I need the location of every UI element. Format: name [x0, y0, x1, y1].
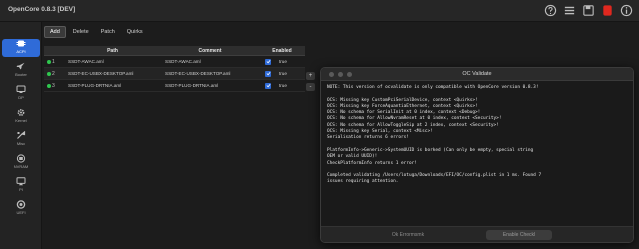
tools-icon — [17, 131, 26, 139]
path-column-header[interactable]: Path — [64, 46, 161, 55]
sidebar-item-label: UEFI — [16, 210, 26, 215]
comment-cell[interactable]: SSDT-AWAC.aml — [161, 59, 259, 64]
dialog-secondary-button[interactable]: Ok Errormsmk — [375, 230, 441, 240]
enabled-value: true — [279, 71, 287, 76]
dialog-footer: Ok Errormsmk Enable Checkl — [321, 226, 633, 242]
tab-add[interactable]: Add — [44, 26, 66, 38]
monitor-icon — [16, 177, 26, 186]
sidebar-item-dp[interactable]: DP — [2, 85, 40, 103]
sidebar-item-label: NVRAM — [13, 164, 29, 169]
tab-delete[interactable]: Delete — [68, 26, 94, 38]
titlebar-icons — [543, 3, 633, 17]
table-row[interactable]: 1 SSDT-AWAC.aml SSDT-AWAC.aml true — [44, 56, 305, 68]
enabled-checkbox[interactable] — [265, 70, 271, 77]
enabled-value: true — [279, 83, 287, 88]
sidebar-item-kernel[interactable]: Kernel — [2, 108, 40, 126]
row-index: 2 — [44, 71, 64, 77]
app-title: OpenCore 0.8.3 [DEV] — [8, 6, 76, 13]
index-column-header — [44, 46, 64, 55]
output-line: issues requiring attention. — [327, 179, 399, 185]
status-dot-icon — [47, 59, 51, 64]
add-row-button[interactable]: + — [306, 72, 315, 80]
gear-icon — [17, 109, 25, 116]
dialog-primary-button[interactable]: Enable Checkl — [486, 230, 552, 240]
sidebar-item-acpi[interactable]: ACPI — [2, 39, 40, 57]
sidebar-item-booter[interactable]: Booter — [2, 62, 40, 80]
remove-row-button[interactable]: - — [306, 83, 315, 91]
dialog-title: OC Validate — [462, 71, 492, 77]
sidebar-item-label: Booter — [15, 72, 27, 77]
validation-output: NOTE: This version of ocvalidate is only… — [327, 85, 627, 225]
table-row[interactable]: 3 SSDT-PLUG-DRTNIA.aml SSDT-PLUG-DRTNIA.… — [44, 80, 305, 92]
sidebar-item-label: Kernel — [15, 118, 27, 123]
status-dot-icon — [47, 71, 51, 76]
path-cell[interactable]: SSDT-AWAC.aml — [64, 59, 161, 64]
enabled-checkbox[interactable] — [265, 58, 271, 65]
sidebar-item-nvram[interactable]: NVRAM — [2, 154, 40, 172]
tab-quirks[interactable]: Quirks — [122, 26, 148, 38]
sidebar: ACPI Booter DP Kernel Misc NVRAM PI UEFI — [0, 22, 42, 249]
enabled-cell: true — [259, 58, 305, 65]
memory-icon — [16, 154, 26, 163]
row-index: 3 — [44, 83, 64, 89]
acpi-add-table: Path Comment Enabled 1 SSDT-AWAC.aml SSD… — [44, 46, 305, 92]
comment-cell[interactable]: SSDT-EC-USBX-DESKTOP.aml — [161, 71, 259, 76]
help-icon[interactable] — [543, 3, 557, 17]
sidebar-item-pi[interactable]: PI — [2, 177, 40, 195]
row-index-number: 2 — [52, 70, 55, 77]
row-index-number: 1 — [52, 58, 55, 65]
flag-red-icon[interactable] — [600, 3, 614, 17]
comment-column-header[interactable]: Comment — [161, 46, 259, 55]
sidebar-item-label: ACPI — [16, 49, 26, 54]
enabled-cell: true — [259, 82, 305, 89]
rocket-icon — [16, 62, 25, 70]
table-row[interactable]: 2 SSDT-EC-USBX-DESKTOP.aml SSDT-EC-USBX-… — [44, 68, 305, 80]
chip-icon — [16, 40, 26, 47]
section-tabs: Add Delete Patch Quirks — [44, 25, 148, 39]
oc-validate-dialog: OC Validate NOTE: This version of ocvali… — [320, 67, 634, 243]
table-header: Path Comment Enabled — [44, 46, 305, 56]
dialog-titlebar: OC Validate — [321, 68, 633, 81]
sidebar-item-label: DP — [18, 95, 24, 100]
enabled-column-header[interactable]: Enabled — [259, 46, 305, 55]
info-icon[interactable] — [619, 3, 633, 17]
row-buttons: + - — [306, 72, 315, 91]
enabled-value: true — [279, 59, 287, 64]
sidebar-item-uefi[interactable]: UEFI — [2, 200, 40, 218]
enabled-cell: true — [259, 70, 305, 77]
tab-patch[interactable]: Patch — [96, 26, 120, 38]
circle-icon — [16, 200, 26, 209]
path-cell[interactable]: SSDT-EC-USBX-DESKTOP.aml — [64, 71, 161, 76]
display-icon — [16, 85, 26, 93]
row-index: 1 — [44, 59, 64, 65]
comment-cell[interactable]: SSDT-PLUG-DRTNIA.aml — [161, 83, 259, 88]
sidebar-item-misc[interactable]: Misc — [2, 131, 40, 149]
title-bar: OpenCore 0.8.3 [DEV] — [0, 0, 639, 22]
save-icon[interactable] — [581, 3, 595, 17]
list-icon[interactable] — [562, 3, 576, 17]
path-cell[interactable]: SSDT-PLUG-DRTNIA.aml — [64, 83, 161, 88]
sidebar-item-label: PI — [19, 187, 23, 192]
enabled-checkbox[interactable] — [265, 82, 271, 89]
status-dot-icon — [47, 83, 51, 88]
row-index-number: 3 — [52, 82, 55, 89]
sidebar-item-label: Misc — [16, 141, 26, 146]
